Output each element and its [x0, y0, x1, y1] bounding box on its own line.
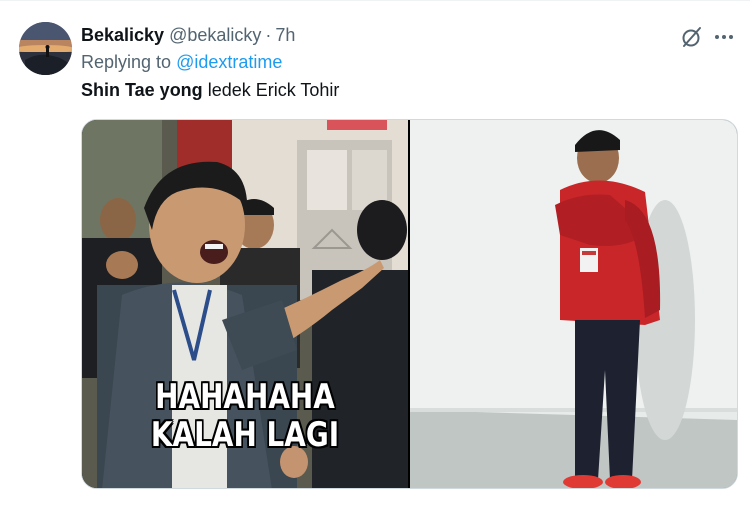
dot-icon: [722, 35, 726, 39]
tweet-header: Bekalicky @bekalicky · 7h: [81, 22, 295, 48]
user-handle[interactable]: @bekalicky: [169, 25, 261, 46]
dot-icon: [715, 35, 719, 39]
media-image-right[interactable]: [410, 120, 737, 488]
replying-to: Replying to @idextratime: [81, 52, 282, 73]
reply-mention-link[interactable]: @idextratime: [176, 52, 282, 72]
avatar[interactable]: [19, 22, 72, 75]
dot-icon: [729, 35, 733, 39]
grok-icon[interactable]: [680, 25, 704, 49]
replying-prefix: Replying to: [81, 52, 177, 72]
separator-dot: ·: [265, 24, 272, 45]
meme-caption-line2: KALAH LAGI: [150, 415, 340, 455]
meme-caption-line1: HAHAHAHA: [155, 377, 335, 417]
tweet[interactable]: Bekalicky @bekalicky · 7h Replying to @i…: [0, 0, 750, 507]
timestamp[interactable]: 7h: [275, 25, 295, 46]
media-image-left[interactable]: HAHAHAHA KALAH LAGI: [82, 120, 408, 488]
tweet-text-bold: Shin Tae yong: [81, 80, 203, 100]
divider: [0, 0, 750, 1]
tweet-media[interactable]: HAHAHAHA KALAH LAGI: [81, 119, 738, 489]
tweet-text: Shin Tae yong ledek Erick Tohir: [81, 80, 339, 101]
tweet-text-rest: ledek Erick Tohir: [202, 80, 340, 100]
more-options-icon[interactable]: [711, 25, 737, 49]
display-name[interactable]: Bekalicky: [81, 25, 164, 46]
